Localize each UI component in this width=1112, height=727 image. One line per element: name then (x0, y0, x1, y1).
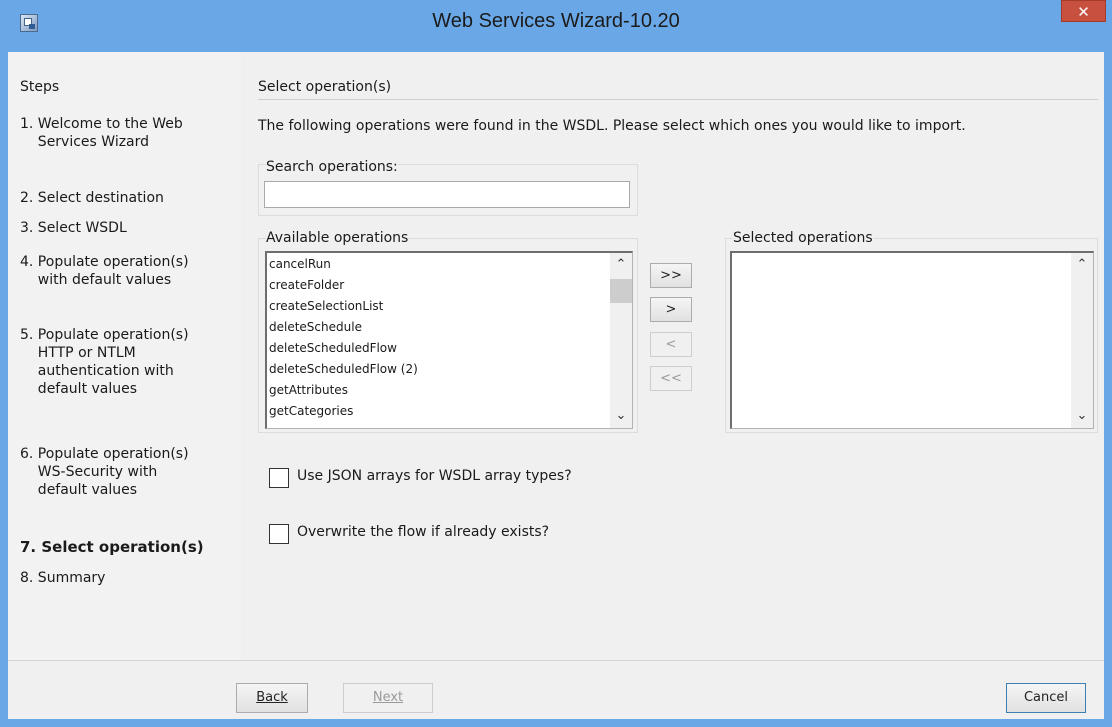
search-label: Search operations: (266, 159, 398, 175)
available-operations-list[interactable]: cancelRun createFolder createSelectionLi… (265, 251, 633, 429)
window-title: Web Services Wizard-10.20 (432, 10, 680, 32)
wizard-body: Steps 1. Welcome to the Web Services Wiz… (8, 52, 1104, 719)
list-item[interactable]: createFolder (269, 275, 344, 296)
json-arrays-label: Use JSON arrays for WSDL array types? (297, 468, 572, 484)
close-button[interactable]: ✕ (1061, 0, 1106, 22)
section-divider (258, 99, 1098, 100)
steps-panel: Steps 1. Welcome to the Web Services Wiz… (8, 52, 241, 660)
add-all-button[interactable]: >> (650, 263, 692, 288)
step-populate-ws-security: 6. Populate operation(s) WS-Security wit… (20, 446, 189, 498)
search-operations-input[interactable] (264, 181, 630, 208)
overwrite-flow-label: Overwrite the flow if already exists? (297, 524, 550, 540)
chevron-down-icon[interactable]: ⌄ (1071, 406, 1093, 426)
description-text: The following operations were found in t… (258, 118, 966, 134)
selected-list-scrollbar[interactable]: ⌃ ⌄ (1071, 253, 1093, 428)
add-button[interactable]: > (650, 297, 692, 322)
title-bar[interactable]: Web Services Wizard-10.20 ✕ (0, 0, 1112, 52)
section-title: Select operation(s) (258, 79, 392, 95)
steps-heading: Steps (20, 79, 60, 95)
list-item[interactable]: getAttributes (269, 380, 348, 401)
json-arrays-checkbox[interactable] (269, 468, 289, 488)
wizard-window: Web Services Wizard-10.20 ✕ Steps 1. Wel… (0, 0, 1112, 727)
step-select-operations: 7. Select operation(s) (20, 538, 204, 556)
list-item[interactable]: deleteScheduledFlow (269, 338, 397, 359)
overwrite-flow-checkbox[interactable] (269, 524, 289, 544)
chevron-up-icon[interactable]: ⌃ (610, 255, 632, 275)
available-operations-label: Available operations (266, 230, 409, 246)
cancel-button[interactable]: Cancel (1006, 683, 1086, 713)
step-populate-http-ntlm: 5. Populate operation(s) HTTP or NTLM au… (20, 327, 189, 397)
chevron-down-icon[interactable]: ⌄ (610, 406, 632, 426)
chevron-up-icon[interactable]: ⌃ (1071, 255, 1093, 275)
main-panel: Select operation(s) The following operat… (241, 52, 1104, 660)
available-list-scrollbar[interactable]: ⌃ ⌄ (610, 253, 632, 428)
selected-operations-label: Selected operations (733, 230, 873, 246)
button-bar: Back Next Cancel (8, 660, 1104, 719)
back-button[interactable]: Back (236, 683, 308, 713)
list-item[interactable]: getCategories (269, 401, 353, 422)
selected-operations-list[interactable]: ⌃ ⌄ (730, 251, 1094, 429)
list-item[interactable]: deleteSchedule (269, 317, 362, 338)
step-select-destination: 2. Select destination (20, 190, 164, 206)
step-summary: 8. Summary (20, 570, 106, 586)
remove-button[interactable]: < (650, 332, 692, 357)
next-button-label: Next (372, 690, 404, 705)
step-welcome: 1. Welcome to the Web Services Wizard (20, 116, 183, 150)
list-item[interactable]: createSelectionList (269, 296, 383, 317)
back-button-label: Back (256, 690, 288, 705)
step-populate-default: 4. Populate operation(s) with default va… (20, 254, 189, 288)
list-item[interactable]: deleteScheduledFlow (2) (269, 359, 418, 380)
list-item[interactable]: cancelRun (269, 254, 331, 275)
step-select-wsdl: 3. Select WSDL (20, 220, 127, 236)
remove-all-button[interactable]: << (650, 366, 692, 391)
next-button[interactable]: Next (343, 683, 433, 713)
scrollbar-thumb[interactable] (610, 279, 632, 303)
